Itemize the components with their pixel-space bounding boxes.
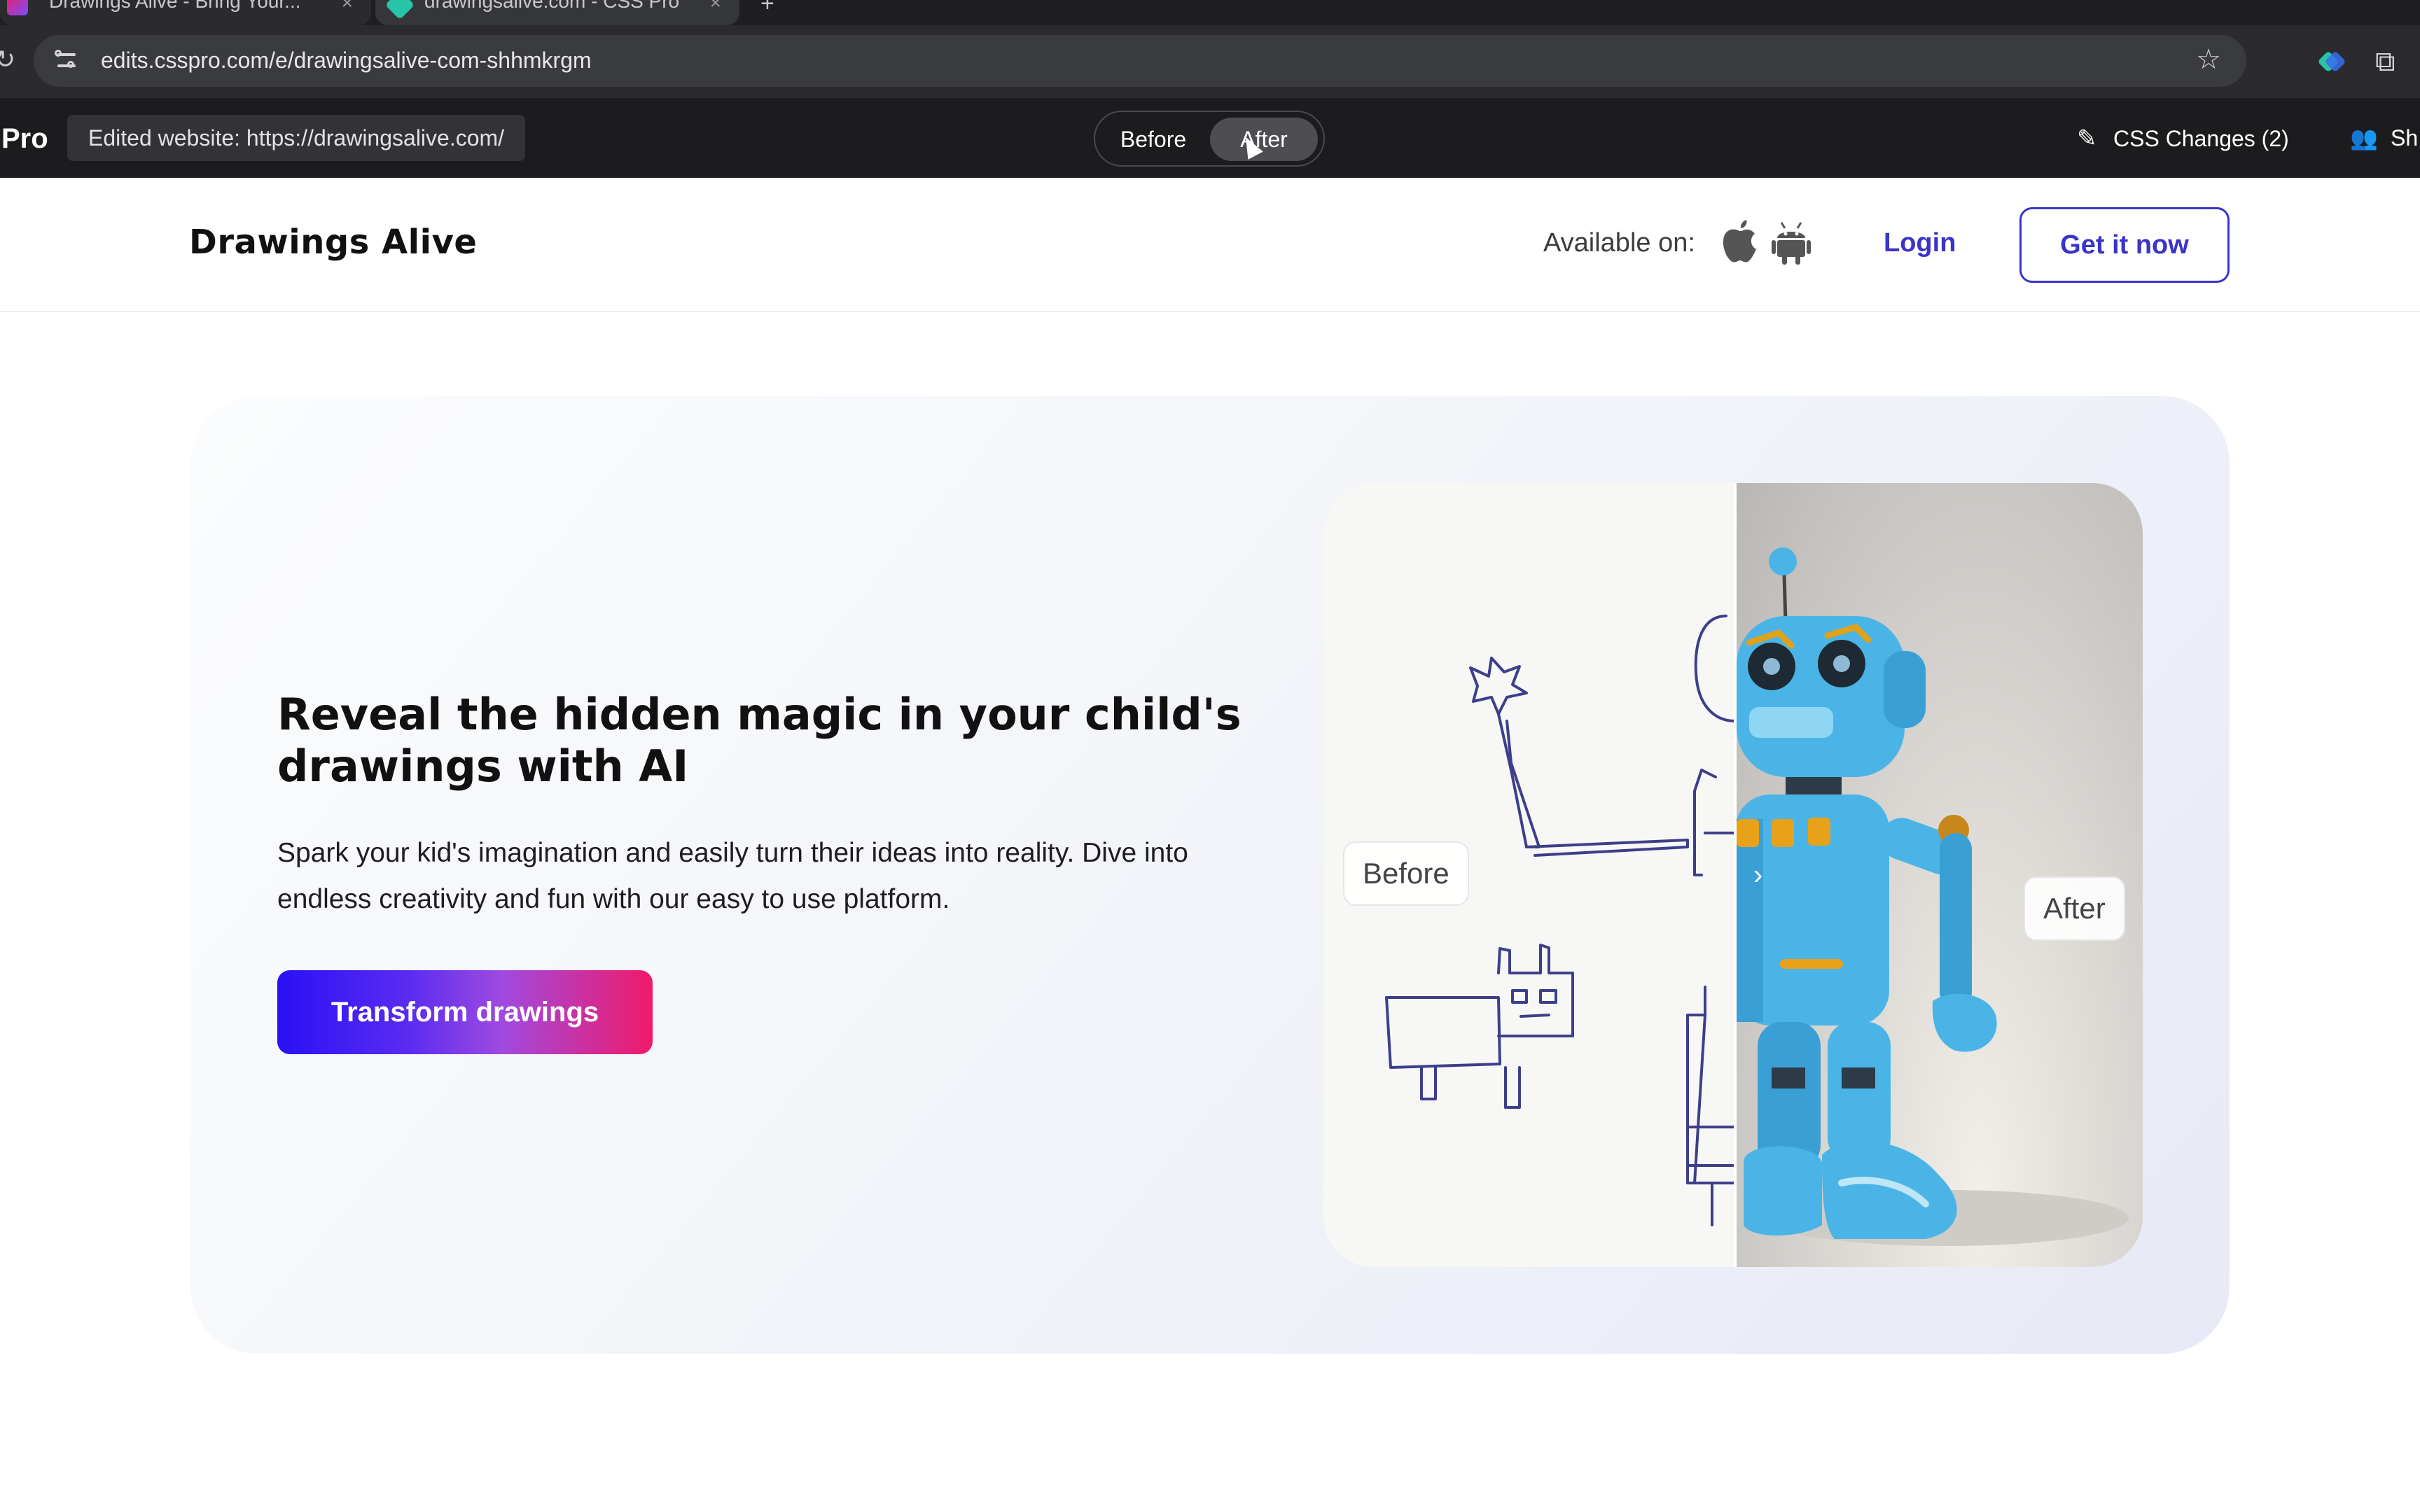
bookmark-star-icon[interactable]: ☆ [2196, 43, 2221, 76]
hero-section: Reveal the hidden magic in your child's … [190, 396, 2230, 1354]
login-link[interactable]: Login [1884, 228, 1956, 258]
browser-toolbar: ↻ edits.csspro.com/e/drawingsalive-com-s… [0, 25, 2420, 98]
site-header: Drawings Alive Available on: Login Get i… [0, 178, 2420, 312]
browser-tab[interactable]: Drawings Alive - Bring Your... × [0, 0, 371, 25]
tab-title: drawingsalive.com - CSS Pro [424, 0, 680, 12]
csspro-extension-icon[interactable] [2317, 49, 2346, 74]
before-after-toggle[interactable]: Before After [1094, 111, 1325, 167]
share-button[interactable]: 👥 Sh [2350, 125, 2418, 151]
tab-close-icon[interactable]: × [710, 0, 721, 14]
new-tab-icon[interactable]: + [760, 0, 774, 18]
available-on-label: Available on: [1543, 228, 1695, 258]
magic-wand-icon: ✎ [2077, 125, 2097, 152]
css-changes-button[interactable]: ✎ CSS Changes (2) [2077, 125, 2289, 153]
transform-drawings-button[interactable]: Transform drawings [277, 970, 653, 1054]
tab-favicon-icon [7, 0, 28, 15]
edited-website-label: Edited website: https://drawingsalive.co… [67, 115, 526, 161]
sketch-dog-icon [1385, 944, 1574, 1109]
toggle-before-option[interactable]: Before [1101, 118, 1206, 161]
site-info-icon[interactable] [55, 49, 81, 73]
address-bar[interactable]: edits.csspro.com/e/drawingsalive-com-shh… [34, 35, 2246, 87]
before-label: Before [1343, 841, 1469, 906]
before-after-comparison-slider[interactable]: › Before After [1323, 483, 2143, 1267]
browser-tab-active[interactable]: drawingsalive.com - CSS Pro × [375, 0, 739, 25]
sketch-robot-icon [1469, 615, 1737, 1226]
browser-tab-strip: Drawings Alive - Bring Your... × drawing… [0, 0, 2420, 25]
hero-headline: Reveal the hidden magic in your child's … [277, 689, 1242, 792]
chevron-right-icon[interactable]: › [1753, 860, 1762, 891]
css-changes-label: CSS Changes (2) [2113, 126, 2289, 151]
url-text[interactable]: edits.csspro.com/e/drawingsalive-com-shh… [101, 48, 592, 74]
site-logo[interactable]: Drawings Alive [189, 223, 477, 262]
csspro-brand: Pro [1, 123, 48, 154]
tab-favicon-icon [384, 0, 415, 20]
toggle-after-option[interactable]: After [1210, 118, 1318, 161]
extensions-puzzle-icon[interactable]: ⧉ [2375, 46, 2395, 78]
get-it-now-button[interactable]: Get it now [2019, 207, 2230, 283]
after-label: After [2024, 876, 2125, 941]
people-icon: 👥 [2350, 125, 2378, 150]
comparison-divider[interactable] [1734, 483, 1737, 1267]
tab-close-icon[interactable]: × [342, 0, 353, 14]
share-label: Sh [2391, 125, 2419, 150]
csspro-toolbar: Pro Edited website: https://drawingsaliv… [0, 98, 2420, 178]
android-icon[interactable] [1772, 221, 1811, 265]
apple-icon[interactable] [1721, 217, 1758, 265]
tab-title: Drawings Alive - Bring Your... [49, 0, 301, 12]
hero-subtext: Spark your kid's imagination and easily … [277, 838, 1188, 914]
reload-icon[interactable]: ↻ [0, 45, 22, 76]
